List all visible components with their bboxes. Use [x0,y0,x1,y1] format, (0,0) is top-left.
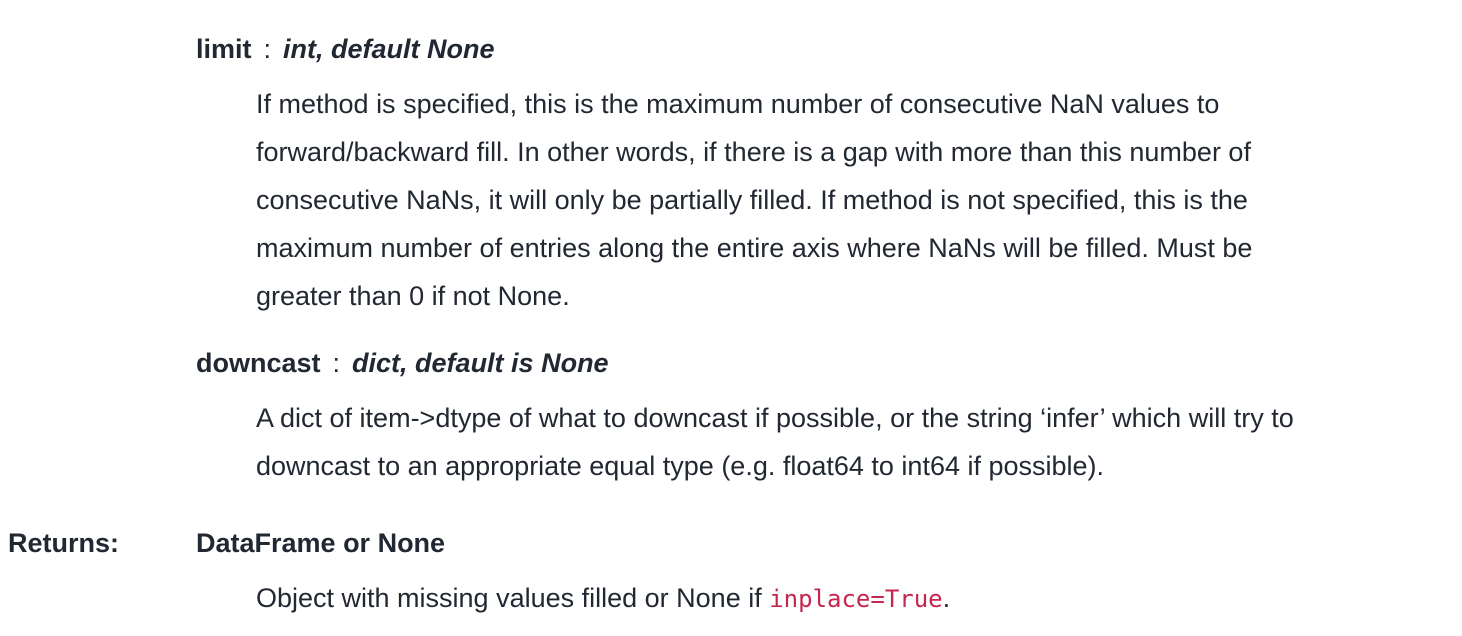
returns-label: Returns: [8,528,120,558]
return-description: Object with missing values filled or Non… [256,574,1426,623]
description-line: If method is specified, this is the maxi… [256,89,1220,119]
param-name: downcast [196,348,321,378]
param-name: limit [196,34,252,64]
description-line: maximum number of entries along the enti… [256,233,1253,263]
param-description-limit: If method is specified, this is the maxi… [256,80,1426,320]
description-line: A dict of item->dtype of what to downcas… [256,403,1294,433]
return-desc-suffix: . [942,583,951,613]
description-line: Object with missing values filled or Non… [256,574,1426,623]
param-separator: : [263,34,272,64]
param-separator: : [332,348,341,378]
description-line: downcast to an appropriate equal type (e… [256,451,1105,481]
param-header-downcast: downcast: dict, default is None [196,348,609,378]
description-line: consecutive NaNs, it will only be partia… [256,185,1248,215]
param-description-downcast: A dict of item->dtype of what to downcas… [256,394,1426,490]
return-type: DataFrame or None [196,528,446,558]
description-line: greater than 0 if not None. [256,281,570,311]
description-line: forward/backward fill. In other words, i… [256,137,1251,167]
inline-code: inplace=True [769,585,943,613]
return-desc-text: Object with missing values filled or Non… [256,583,770,613]
param-type: int, default None [283,34,495,64]
param-type: dict, default is None [352,348,609,378]
param-header-limit: limit: int, default None [196,34,495,64]
